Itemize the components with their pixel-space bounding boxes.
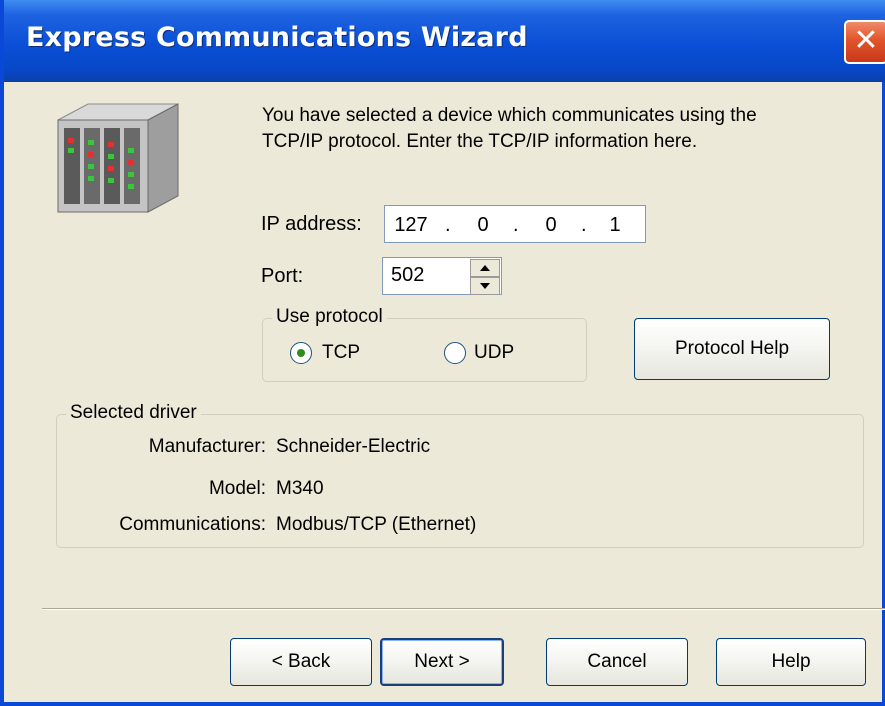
use-protocol-legend: Use protocol	[272, 306, 387, 328]
close-icon: ✕	[853, 23, 879, 58]
radio-tcp[interactable]	[290, 342, 312, 364]
plc-device-icon	[57, 103, 179, 213]
close-button[interactable]: ✕	[844, 20, 885, 64]
cancel-button[interactable]: Cancel	[546, 638, 688, 686]
communications-value: Modbus/TCP (Ethernet)	[276, 514, 477, 535]
radio-udp[interactable]	[444, 342, 466, 364]
ip-dot-1: .	[445, 214, 451, 236]
back-button[interactable]: < Back	[230, 638, 372, 686]
intro-line-1: You have selected a device which communi…	[262, 105, 757, 126]
intro-text: You have selected a device which communi…	[262, 103, 822, 155]
help-button[interactable]: Help	[716, 638, 866, 686]
arrow-down-icon	[480, 283, 490, 289]
arrow-up-icon	[480, 265, 490, 271]
radio-tcp-label[interactable]: TCP	[322, 342, 360, 364]
ip-address-label: IP address:	[261, 213, 362, 235]
intro-line-2: TCP/IP protocol. Enter the TCP/IP inform…	[262, 131, 698, 152]
radio-udp-label[interactable]: UDP	[474, 342, 514, 364]
ip-octet-3[interactable]: 0	[531, 214, 571, 237]
footer-separator	[42, 608, 885, 610]
model-value: M340	[276, 478, 324, 499]
protocol-help-button[interactable]: Protocol Help	[634, 318, 830, 380]
port-value: 502	[391, 264, 425, 286]
port-spin-down-button[interactable]	[470, 277, 500, 295]
ip-dot-3: .	[581, 214, 587, 236]
selected-driver-legend: Selected driver	[66, 402, 201, 424]
window-title: Express Communications Wizard	[26, 22, 528, 53]
ip-octet-1[interactable]: 127	[391, 214, 431, 237]
port-label: Port:	[261, 265, 304, 287]
ip-octet-2[interactable]: 0	[463, 214, 503, 237]
next-button[interactable]: Next >	[380, 638, 504, 686]
port-spin-up-button[interactable]	[470, 259, 500, 277]
wizard-window: Express Communications Wizard ✕ You have…	[0, 0, 885, 706]
ip-octet-4[interactable]: 1	[595, 214, 635, 237]
manufacturer-value: Schneider-Electric	[276, 436, 431, 457]
model-label: Model:	[208, 478, 266, 499]
communications-label: Communications:	[119, 514, 266, 535]
title-bar[interactable]: Express Communications Wizard ✕	[4, 0, 885, 82]
manufacturer-label: Manufacturer:	[148, 436, 266, 457]
ip-address-input[interactable]: 127 . 0 . 0 . 1	[384, 205, 646, 243]
ip-dot-2: .	[513, 214, 519, 236]
